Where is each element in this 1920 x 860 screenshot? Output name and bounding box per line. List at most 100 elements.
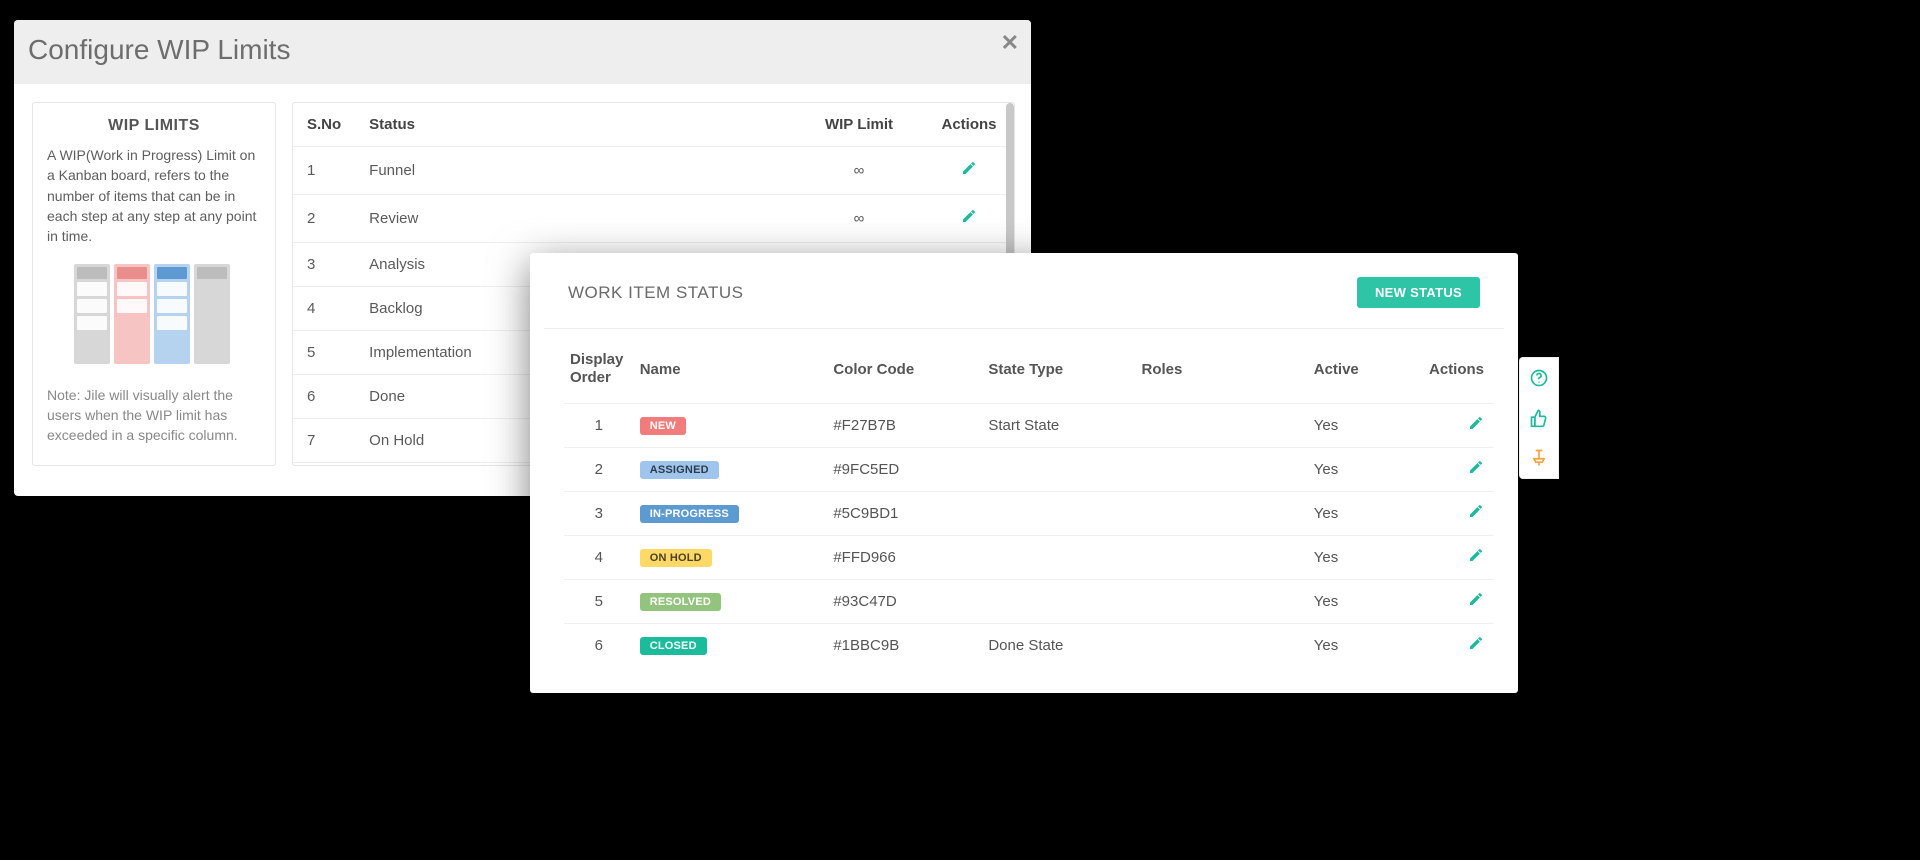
cell-active: Yes xyxy=(1308,448,1405,492)
cell-name: ON HOLD xyxy=(634,536,828,580)
status-badge: RESOLVED xyxy=(640,593,721,611)
scrollbar-thumb[interactable] xyxy=(1006,103,1014,273)
col-limit: WIP Limit xyxy=(794,103,924,147)
status-badge: NEW xyxy=(640,417,686,435)
table-row: 1NEW#F27B7BStart StateYes xyxy=(564,404,1494,448)
cell-actions xyxy=(1405,492,1494,536)
cell-roles xyxy=(1136,448,1308,492)
col-name: Name xyxy=(634,343,828,404)
wip-modal-title: Configure WIP Limits xyxy=(28,34,290,65)
edit-icon[interactable] xyxy=(1468,415,1484,436)
table-row: 6 CLOSED #1BBC9BDone State Yes xyxy=(564,624,1494,668)
cell-actions xyxy=(924,147,1014,195)
close-icon[interactable]: ✕ xyxy=(1001,30,1019,56)
help-icon[interactable] xyxy=(1520,358,1558,398)
cell-active: Yes xyxy=(1308,536,1405,580)
cell-status: Review xyxy=(355,195,794,243)
side-toolbar xyxy=(1520,358,1558,478)
wip-card-text: A WIP(Work in Progress) Limit on a Kanba… xyxy=(47,145,261,246)
work-item-status-panel: WORK ITEM STATUS NEW STATUS DisplayOrder… xyxy=(530,253,1518,693)
wip-card-heading: WIP LIMITS xyxy=(47,117,261,135)
col-sno: S.No xyxy=(293,103,355,147)
cell-name: CLOSED xyxy=(634,624,828,668)
cell-roles xyxy=(1136,536,1308,580)
col-roles: Roles xyxy=(1136,343,1308,404)
cell-sno: 4 xyxy=(293,287,355,331)
cell-name: RESOLVED xyxy=(634,580,828,624)
cell-sno: 6 xyxy=(293,375,355,419)
status-badge: ASSIGNED xyxy=(640,461,719,479)
table-row: 1Funnel∞ xyxy=(293,147,1014,195)
col-actions2: Actions xyxy=(1405,343,1494,404)
cell-actions xyxy=(1405,580,1494,624)
cell-color: #93C47D xyxy=(827,580,982,624)
cell-order: 1 xyxy=(564,404,634,448)
col-actions: Actions xyxy=(924,103,1014,147)
thumbs-up-icon[interactable] xyxy=(1520,398,1558,438)
table-row: 4 ON HOLD #FFD966 Yes xyxy=(564,536,1494,580)
table-row: 5 RESOLVED #93C47D Yes xyxy=(564,580,1494,624)
edit-icon[interactable] xyxy=(1468,459,1484,480)
cell-active: Yes xyxy=(1308,492,1405,536)
col-active: Active xyxy=(1308,343,1405,404)
cell-sno: 7 xyxy=(293,419,355,463)
edit-icon[interactable] xyxy=(1468,503,1484,524)
wip-modal-header: Configure WIP Limits ✕ xyxy=(14,20,1031,84)
status-panel-title: WORK ITEM STATUS xyxy=(568,283,743,303)
cell-active: Yes xyxy=(1308,624,1405,668)
cell-limit: ∞ xyxy=(794,195,924,243)
cell-active: Yes xyxy=(1308,580,1405,624)
wip-card-note: Note: Jile will visually alert the users… xyxy=(47,386,261,445)
cell-color: #9FC5ED xyxy=(827,448,982,492)
kanban-illustration xyxy=(74,264,234,364)
edit-icon[interactable] xyxy=(1468,635,1484,656)
cell-actions xyxy=(1405,404,1494,448)
work-item-status-table: DisplayOrder Name Color Code State Type … xyxy=(564,343,1494,667)
cell-actions xyxy=(1405,624,1494,668)
cell-sno: 1 xyxy=(293,147,355,195)
col-state: State Type xyxy=(982,343,1135,404)
cell-color: #1BBC9B xyxy=(827,624,982,668)
cell-order: 3 xyxy=(564,492,634,536)
cell-name: IN-PROGRESS xyxy=(634,492,828,536)
cell-actions xyxy=(1405,448,1494,492)
cell-order: 2 xyxy=(564,448,634,492)
cell-status: Funnel xyxy=(355,147,794,195)
cell-state xyxy=(982,536,1135,580)
cell-name: ASSIGNED xyxy=(634,448,828,492)
cell-sno: 5 xyxy=(293,331,355,375)
edit-icon[interactable] xyxy=(1468,591,1484,612)
cell-state xyxy=(982,448,1135,492)
cell-order: 5 xyxy=(564,580,634,624)
edit-icon[interactable] xyxy=(1468,547,1484,568)
pin-icon[interactable] xyxy=(1520,438,1558,478)
table-row: 2 ASSIGNED #9FC5ED Yes xyxy=(564,448,1494,492)
edit-icon[interactable] xyxy=(961,160,977,181)
cell-state xyxy=(982,492,1135,536)
cell-order: 6 xyxy=(564,624,634,668)
table-row: 3 IN-PROGRESS #5C9BD1 Yes xyxy=(564,492,1494,536)
cell-active: Yes xyxy=(1308,404,1405,448)
cell-roles xyxy=(1136,580,1308,624)
cell-state: Done State xyxy=(982,624,1135,668)
col-order: DisplayOrder xyxy=(564,343,634,404)
new-status-button[interactable]: NEW STATUS xyxy=(1357,277,1480,308)
cell-state: Start State xyxy=(982,404,1135,448)
status-badge: ON HOLD xyxy=(640,549,712,567)
cell-color: #FFD966 xyxy=(827,536,982,580)
cell-limit: ∞ xyxy=(794,147,924,195)
status-badge: CLOSED xyxy=(640,637,707,655)
cell-color: #5C9BD1 xyxy=(827,492,982,536)
table-row: 2Review∞ xyxy=(293,195,1014,243)
cell-sno: 2 xyxy=(293,195,355,243)
col-status: Status xyxy=(355,103,794,147)
edit-icon[interactable] xyxy=(961,208,977,229)
cell-sno: 3 xyxy=(293,243,355,287)
cell-actions xyxy=(1405,536,1494,580)
status-badge: IN-PROGRESS xyxy=(640,505,739,523)
cell-actions xyxy=(924,195,1014,243)
cell-roles xyxy=(1136,404,1308,448)
col-color: Color Code xyxy=(827,343,982,404)
cell-roles xyxy=(1136,492,1308,536)
cell-order: 4 xyxy=(564,536,634,580)
